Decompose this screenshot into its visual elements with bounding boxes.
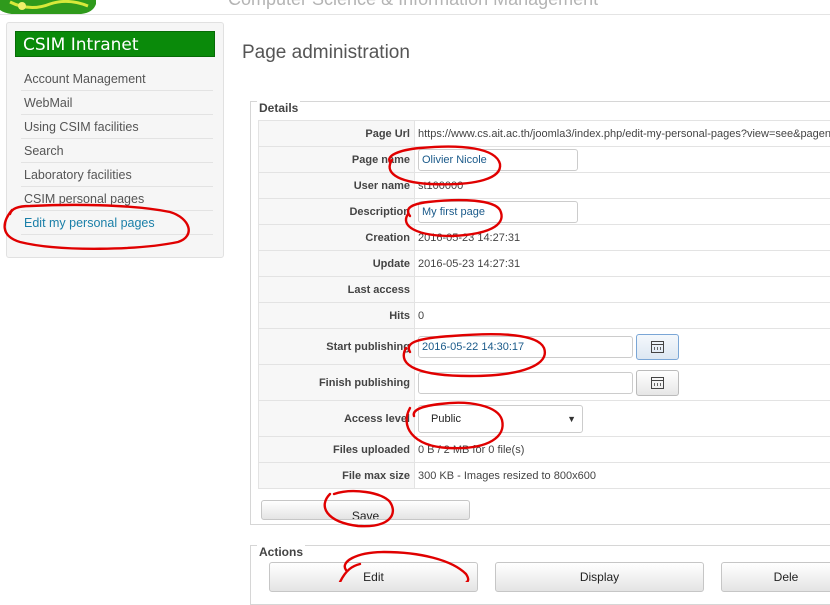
- row-files-uploaded: Files uploaded 0 B / 2 MB for 0 file(s): [259, 437, 830, 463]
- delete-button[interactable]: Dele: [721, 562, 830, 592]
- update-value: 2016-05-23 14:27:31: [415, 251, 830, 277]
- row-file-max-size: File max size 300 KB - Images resized to…: [259, 463, 830, 489]
- sidebar-item-personal-pages[interactable]: CSIM personal pages: [21, 188, 213, 211]
- access-level-select[interactable]: Public ▼: [418, 405, 583, 433]
- sidebar-item-search[interactable]: Search: [21, 140, 213, 163]
- update-label: Update: [259, 251, 415, 277]
- row-description: Description My first page: [259, 199, 830, 225]
- row-last-access: Last access: [259, 277, 830, 303]
- page-title: Page administration: [242, 42, 410, 64]
- calendar-icon: [651, 341, 664, 353]
- row-creation: Creation 2016-05-23 14:27:31: [259, 225, 830, 251]
- start-publishing-input[interactable]: 2016-05-22 14:30:17: [418, 336, 633, 358]
- save-button[interactable]: Save: [261, 500, 470, 520]
- description-input[interactable]: My first page: [418, 201, 578, 223]
- file-max-size-value: 300 KB - Images resized to 800x600: [415, 463, 830, 489]
- last-access-value: [415, 277, 830, 303]
- finish-publishing-calendar-button[interactable]: [636, 370, 679, 396]
- files-uploaded-value: 0 B / 2 MB for 0 file(s): [415, 437, 830, 463]
- hits-value: 0: [415, 303, 830, 329]
- actions-legend: Actions: [257, 545, 305, 559]
- row-user-name: User name st100000: [259, 173, 830, 199]
- details-fieldset: Details Page Url https://www.cs.ait.ac.t…: [250, 101, 830, 525]
- creation-label: Creation: [259, 225, 415, 251]
- site-title: Computer Science & Information Managemen…: [228, 0, 598, 10]
- display-button[interactable]: Display: [495, 562, 704, 592]
- row-hits: Hits 0: [259, 303, 830, 329]
- start-publishing-calendar-button[interactable]: [636, 334, 679, 360]
- calendar-icon: [651, 377, 664, 389]
- sidebar-item-edit-personal-pages[interactable]: Edit my personal pages: [21, 212, 213, 235]
- description-label: Description: [259, 199, 415, 225]
- hits-label: Hits: [259, 303, 415, 329]
- sidebar-menu: Account Management WebMail Using CSIM fa…: [21, 68, 213, 236]
- row-page-name: Page name Olivier Nicole: [259, 147, 830, 173]
- finish-publishing-label: Finish publishing: [259, 365, 415, 401]
- row-finish-publishing: Finish publishing: [259, 365, 830, 401]
- sidebar-item-account-management[interactable]: Account Management: [21, 68, 213, 91]
- details-table: Page Url https://www.cs.ait.ac.th/joomla…: [258, 120, 830, 489]
- sidebar-item-webmail[interactable]: WebMail: [21, 92, 213, 115]
- user-name-value: st100000: [415, 173, 830, 199]
- row-start-publishing: Start publishing 2016-05-22 14:30:17: [259, 329, 830, 365]
- file-max-size-label: File max size: [259, 463, 415, 489]
- start-publishing-label: Start publishing: [259, 329, 415, 365]
- chevron-down-icon: ▼: [567, 406, 576, 432]
- row-page-url: Page Url https://www.cs.ait.ac.th/joomla…: [259, 121, 830, 147]
- sidebar-title: CSIM Intranet: [15, 31, 215, 57]
- creation-value: 2016-05-23 14:27:31: [415, 225, 830, 251]
- last-access-label: Last access: [259, 277, 415, 303]
- site-logo: [0, 0, 96, 15]
- page-name-label: Page name: [259, 147, 415, 173]
- top-banner: Computer Science & Information Managemen…: [0, 0, 830, 15]
- page-url-value: https://www.cs.ait.ac.th/joomla3/index.p…: [415, 121, 830, 147]
- access-level-value: Public: [431, 413, 461, 425]
- page-url-label: Page Url: [259, 121, 415, 147]
- sidebar-item-laboratory[interactable]: Laboratory facilities: [21, 164, 213, 187]
- row-access-level: Access level Public ▼: [259, 401, 830, 437]
- sidebar: CSIM Intranet Account Management WebMail…: [6, 22, 224, 258]
- finish-publishing-input[interactable]: [418, 372, 633, 394]
- user-name-label: User name: [259, 173, 415, 199]
- access-level-label: Access level: [259, 401, 415, 437]
- row-update: Update 2016-05-23 14:27:31: [259, 251, 830, 277]
- sidebar-item-using-facilities[interactable]: Using CSIM facilities: [21, 116, 213, 139]
- files-uploaded-label: Files uploaded: [259, 437, 415, 463]
- page-name-input[interactable]: Olivier Nicole: [418, 149, 578, 171]
- edit-button[interactable]: Edit: [269, 562, 478, 592]
- details-legend: Details: [257, 101, 300, 115]
